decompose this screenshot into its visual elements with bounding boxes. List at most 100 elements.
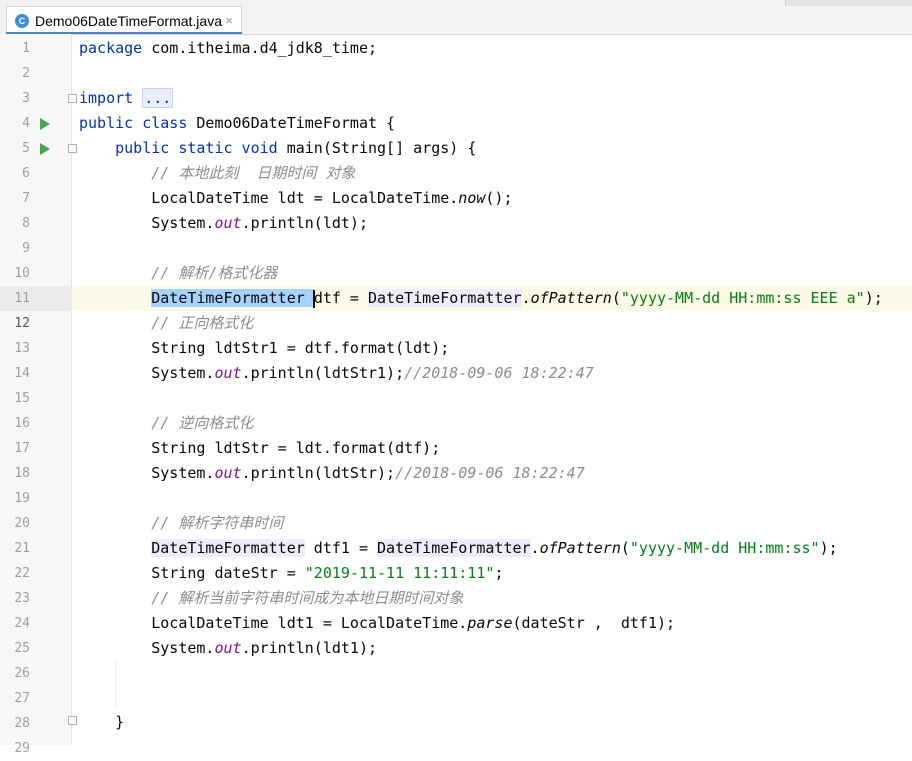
code-text: ); (864, 289, 883, 307)
code-line-17[interactable]: // 逆向格式化 (79, 411, 253, 436)
line-number: 21 (14, 541, 30, 556)
comment: // 解析字符串时间 (151, 514, 284, 532)
code-line-19[interactable]: System.out.println(ldtStr);//2018-09-06 … (79, 461, 585, 486)
code-line-13[interactable]: // 正向格式化 (79, 311, 253, 336)
code-text: ; (494, 564, 504, 582)
code-text: dtf1 = (304, 539, 378, 557)
code-line-9[interactable]: System.out.println(ldt); (79, 211, 368, 236)
static-field: out (214, 364, 242, 382)
line-number: 9 (22, 241, 30, 256)
code-text: . (521, 289, 531, 307)
close-tab-icon[interactable]: × (225, 13, 233, 28)
code-line-3[interactable]: import ... (79, 86, 174, 111)
folded-imports[interactable]: ... (142, 88, 174, 108)
code-line-22[interactable]: DateTimeFormatter dtf1 = DateTimeFormatt… (79, 536, 838, 561)
line-number: 27 (14, 691, 30, 706)
method-call: ofPattern (530, 289, 612, 307)
code-text: (); (485, 189, 513, 207)
tab-filename: Demo06DateTimeFormat.java (35, 12, 222, 29)
class-reference: DateTimeFormatter (151, 539, 305, 557)
line-number: 6 (22, 166, 30, 181)
run-class-icon[interactable] (40, 118, 50, 130)
indent-guide (115, 660, 116, 708)
code-text: ( (620, 539, 630, 557)
line-number: 8 (22, 216, 30, 231)
code-line-6[interactable]: public static void main(String[] args) { (79, 136, 476, 161)
line-number: 22 (14, 566, 30, 581)
line-number: 23 (14, 591, 30, 606)
code-line-29[interactable]: } (79, 710, 124, 735)
comment: //2018-09-06 18:22:47 (395, 464, 585, 482)
static-field: out (214, 214, 242, 232)
static-field: out (214, 639, 242, 657)
code-line-11[interactable]: // 解析/格式化器 (79, 261, 277, 286)
line-number: 14 (14, 366, 30, 381)
string-literal: "yyyy-MM-dd HH:mm:ss" (629, 539, 820, 557)
keyword: import (79, 89, 134, 107)
code-line-25[interactable]: LocalDateTime ldt1 = LocalDateTime.parse… (79, 611, 675, 636)
code-line-12[interactable]: DateTimeFormatter dtf = DateTimeFormatte… (79, 286, 883, 311)
line-number: 20 (14, 516, 30, 531)
code-line-24[interactable]: // 解析当前字符串时间成为本地日期时间对象 (79, 586, 463, 611)
code-line-1[interactable]: package com.itheima.d4_jdk8_time; (79, 36, 377, 61)
line-number: 18 (14, 466, 30, 481)
comment: // 解析/格式化器 (151, 264, 278, 282)
code-text: String ldtStr1 = dtf.format(ldt); (151, 339, 450, 357)
keyword: public static void (115, 139, 278, 157)
tab-bar-edge (785, 0, 912, 6)
code-text: System. (151, 464, 215, 482)
code-text: .println(ldt); (241, 214, 368, 232)
line-number: 28 (14, 716, 30, 731)
run-main-icon[interactable] (40, 143, 50, 155)
comment: // 逆向格式化 (151, 414, 254, 432)
class-reference: DateTimeFormatter (368, 289, 522, 307)
line-number: 19 (14, 491, 30, 506)
code-line-5[interactable]: public class Demo06DateTimeFormat { (79, 111, 395, 136)
code-text: .println(ldtStr); (241, 464, 396, 482)
keyword: package (79, 39, 143, 57)
code-text: .println(ldt1); (241, 639, 378, 657)
code-text: } (115, 713, 125, 731)
fold-end-icon[interactable] (68, 716, 77, 725)
code-text: ); (819, 539, 838, 557)
line-number: 26 (14, 666, 30, 681)
string-literal: "2019-11-11 11:11:11" (304, 564, 495, 582)
class-reference: DateTimeFormatter (377, 539, 531, 557)
line-number: 5 (22, 141, 30, 156)
method-call: now (458, 189, 486, 207)
code-text: System. (151, 639, 215, 657)
comment: //2018-09-06 18:22:47 (404, 364, 594, 382)
code-line-18[interactable]: String ldtStr = ldt.format(dtf); (79, 436, 440, 461)
code-text: System. (151, 214, 215, 232)
line-number: 25 (14, 641, 30, 656)
code-line-15[interactable]: System.out.println(ldtStr1);//2018-09-06… (79, 361, 594, 386)
code-text: String ldtStr = ldt.format(dtf); (151, 439, 441, 457)
string-literal: "yyyy-MM-dd HH:mm:ss EEE a" (620, 289, 865, 307)
code-line-8[interactable]: LocalDateTime ldt = LocalDateTime.now(); (79, 186, 512, 211)
line-number: 16 (14, 416, 30, 431)
code-line-7[interactable]: // 本地此刻 日期时间 对象 (79, 161, 355, 186)
line-number: 1 (22, 41, 30, 56)
code-text: com.itheima.d4_jdk8_time; (142, 39, 378, 57)
code-line-26[interactable]: System.out.println(ldt1); (79, 636, 377, 661)
code-text: dtf = (313, 289, 368, 307)
comment: // 解析当前字符串时间成为本地日期时间对象 (151, 589, 464, 607)
code-text: (dateStr , dtf1); (512, 614, 676, 632)
code-text: ( (611, 289, 621, 307)
code-line-14[interactable]: String ldtStr1 = dtf.format(ldt); (79, 336, 449, 361)
fold-method-icon[interactable] (68, 144, 77, 153)
code-line-21[interactable]: // 解析字符串时间 (79, 511, 283, 536)
line-number: 7 (22, 191, 30, 206)
fold-import-icon[interactable] (68, 94, 77, 103)
code-line-23[interactable]: String dateStr = "2019-11-11 11:11:11"; (79, 561, 503, 586)
code-text: String dateStr = (151, 564, 305, 582)
line-number: 24 (14, 616, 30, 631)
editor-tab-bar: C Demo06DateTimeFormat.java × (0, 0, 912, 35)
line-number: 11 (14, 291, 30, 306)
line-number: 3 (22, 91, 30, 106)
editor-tab-demo06[interactable]: C Demo06DateTimeFormat.java × (6, 6, 242, 34)
line-number: 29 (14, 741, 30, 756)
line-number: 15 (14, 391, 30, 406)
comment: // 本地此刻 日期时间 对象 (151, 164, 356, 182)
line-number: 13 (14, 341, 30, 356)
